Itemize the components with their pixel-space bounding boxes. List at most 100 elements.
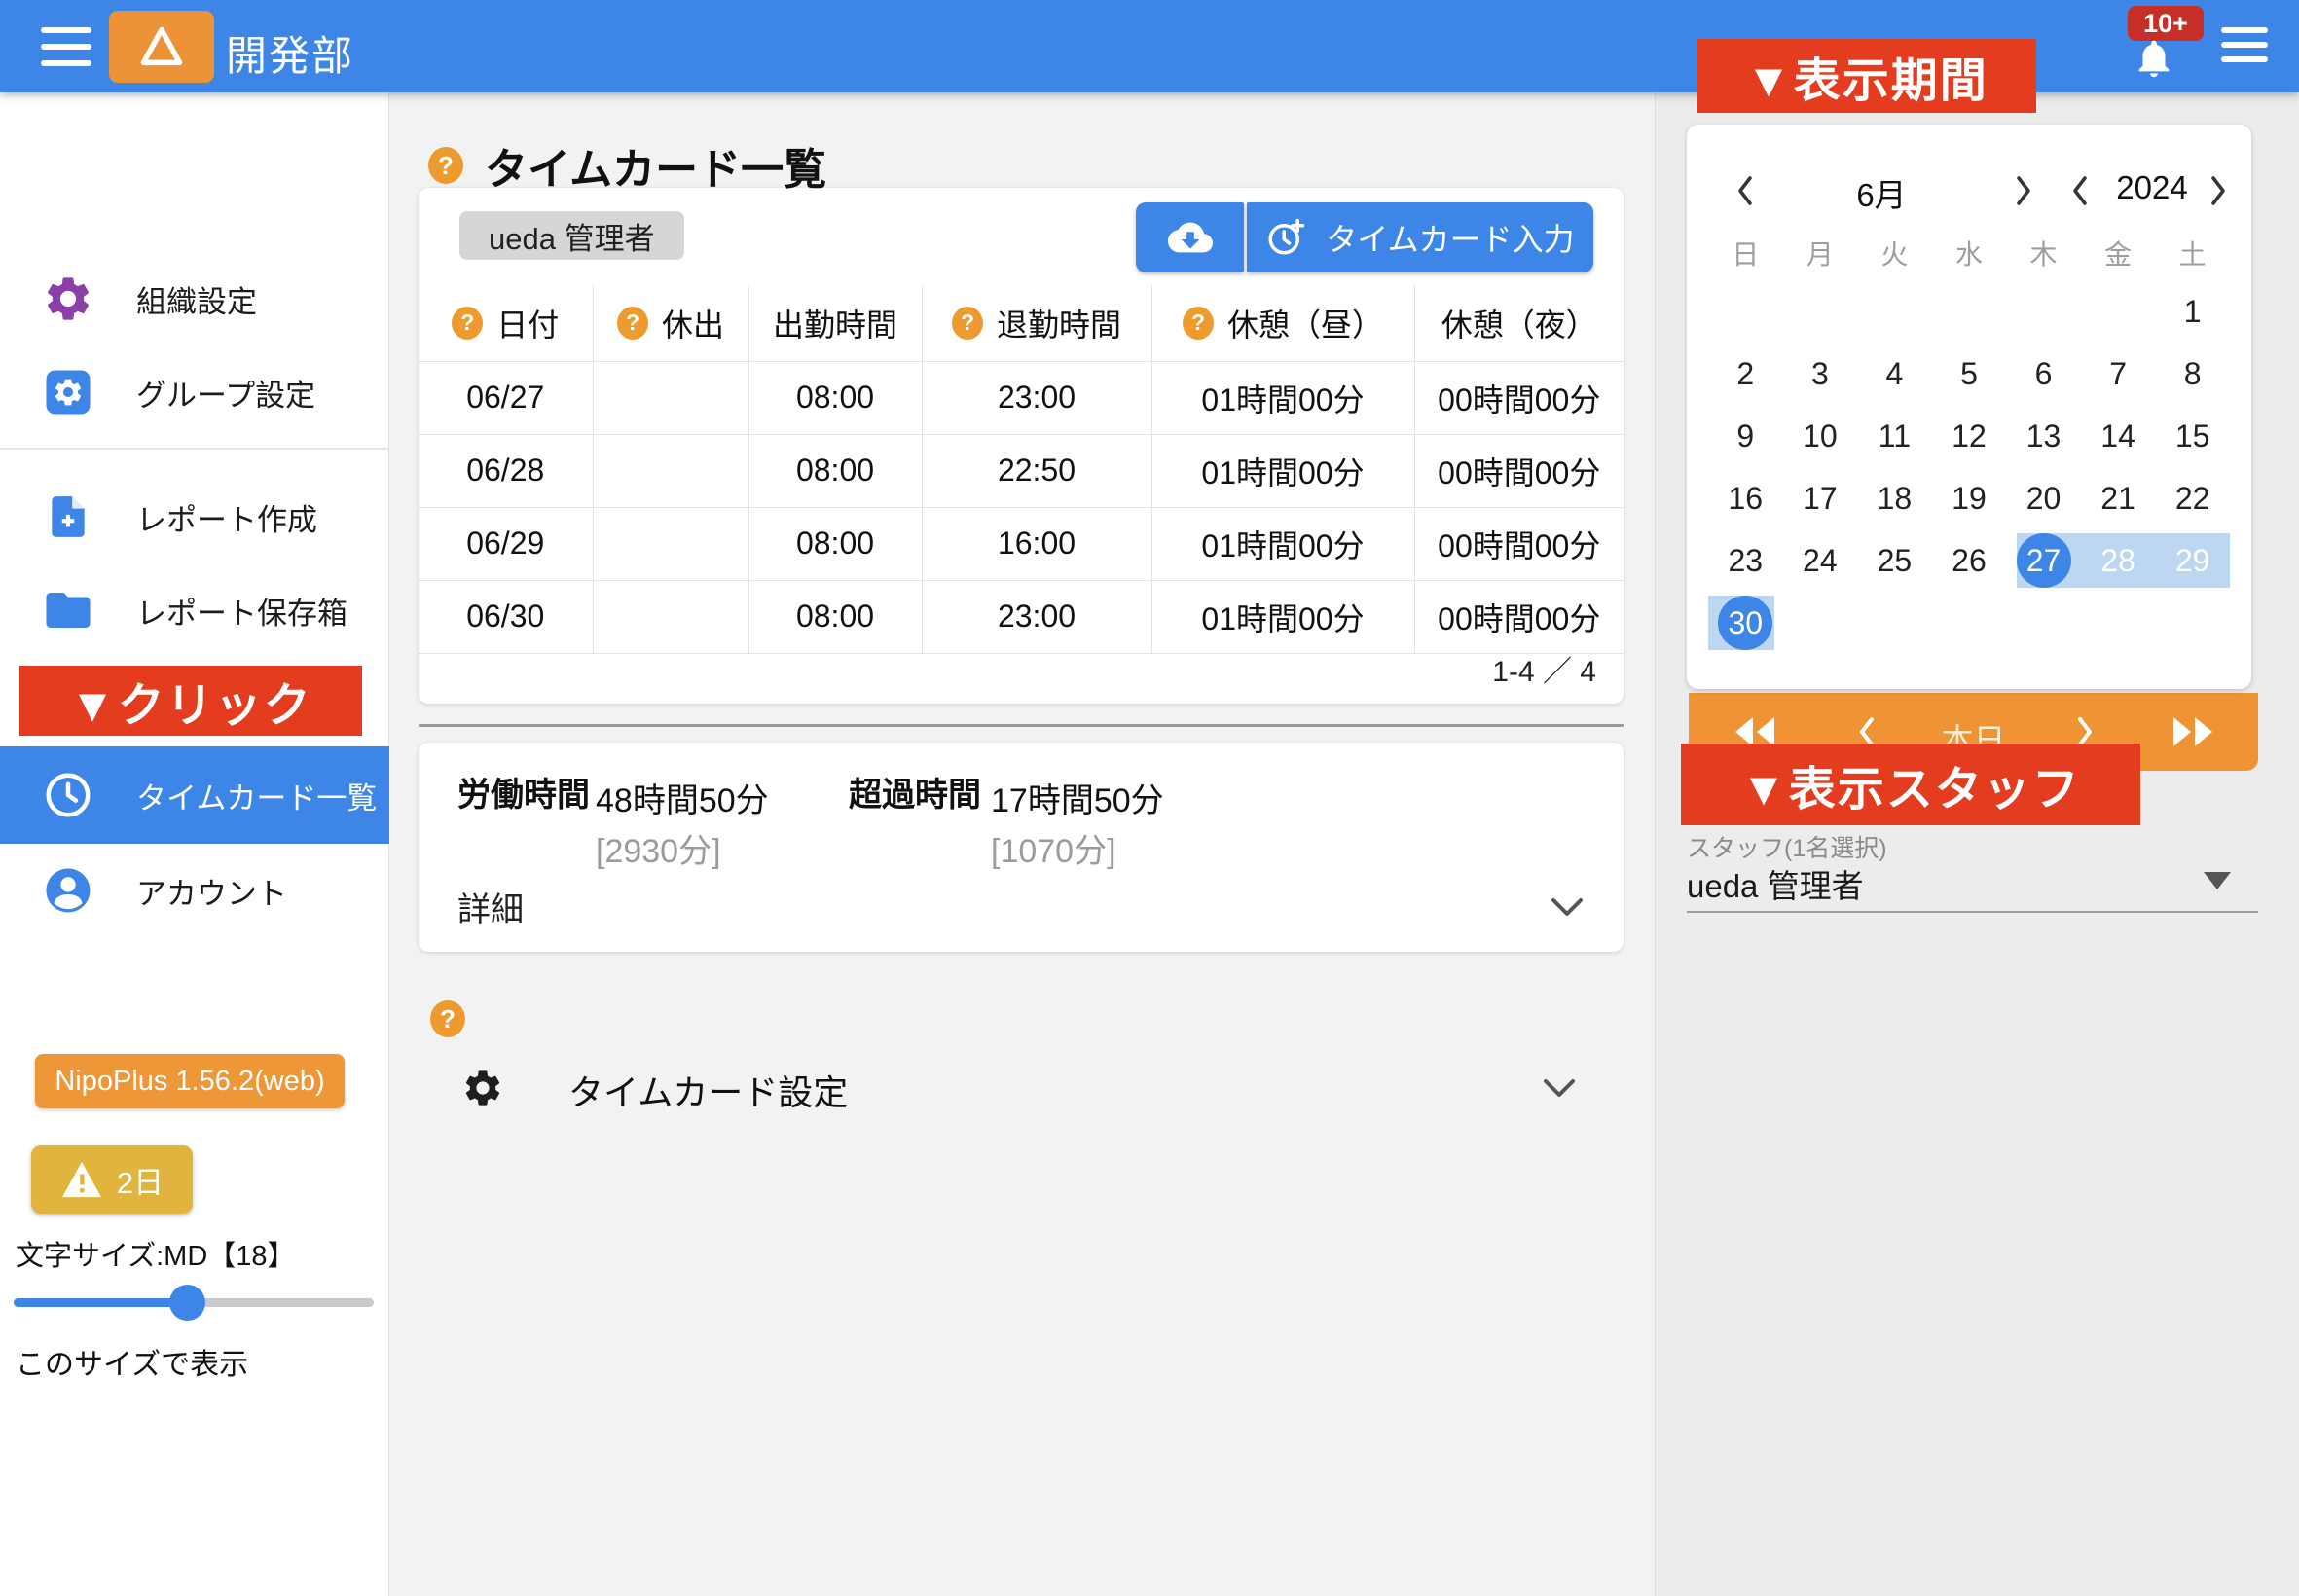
calendar-day-empty [1932,592,2007,654]
pagination-label: 1-4 ／ 4 [1492,647,1596,690]
calendar-day[interactable]: 5 [1932,343,2007,405]
detail-label: 詳細 [457,883,524,930]
calendar-week-row: 2345678 [1708,343,2230,405]
calendar-day[interactable]: 1 [2155,280,2230,343]
calendar-day[interactable]: 10 [1783,405,1858,467]
calendar-day[interactable]: 7 [2081,343,2156,405]
apply-size-label: このサイズで表示 [16,1340,248,1383]
settings-help-icon[interactable]: ? [430,1000,465,1037]
help-icon[interactable]: ? [428,147,463,184]
table-header-cell: 出勤時間 [748,285,922,361]
calendar-day-empty [2081,592,2156,654]
staff-select-value: ueda 管理者 [1687,860,1864,907]
notification-bell-icon[interactable] [2132,35,2176,87]
calendar-day-empty [1783,592,1858,654]
settings-gear-icon [461,1067,504,1114]
calendar-day-empty [2081,280,2156,343]
prev-year-icon[interactable] [2059,169,2101,212]
calendar-day[interactable]: 13 [2006,405,2081,467]
calendar-day[interactable]: 14 [2081,405,2156,467]
calendar-day[interactable]: 25 [1857,529,1932,592]
weekday-label: 月 [1783,222,1858,284]
calendar-day[interactable]: 8 [2155,343,2230,405]
calendar-day[interactable]: 20 [2006,467,2081,529]
help-icon[interactable]: ? [952,307,983,340]
sidebar-divider [0,448,389,450]
table-cell: 08:00 [748,361,922,434]
table-header-cell: ?日付 [419,285,593,361]
calendar-day[interactable]: 15 [2155,405,2230,467]
help-icon[interactable]: ? [1183,307,1214,340]
calendar-day[interactable]: 18 [1857,467,1932,529]
calendar-day[interactable]: 6 [2006,343,2081,405]
table-row[interactable]: 06/2808:0022:5001時間00分00時間00分 [419,434,1624,507]
page-title: 開発部 [226,23,354,83]
sidebar-item-org-settings[interactable]: 組織設定 [0,252,389,345]
timecard-settings-expander[interactable]: タイムカード設定 [419,1046,1624,1134]
calendar-day[interactable]: 23 [1708,529,1783,592]
calendar-day[interactable]: 30 [1708,592,1783,654]
calendar-day[interactable]: 2 [1708,343,1783,405]
calendar-day-empty [1857,280,1932,343]
right-menu-hamburger-icon[interactable] [2221,27,2268,62]
overtime-value: 17時間50分 [991,774,1164,821]
labor-time-minutes: [2930分] [596,824,721,872]
calendar-day[interactable]: 3 [1783,343,1858,405]
detail-expander[interactable]: 詳細 [457,883,1585,930]
calendar-day[interactable]: 28 [2081,529,2156,592]
sidebar-item-report-box[interactable]: レポート保存箱 [0,563,389,657]
warning-days-button[interactable]: 2日 [31,1145,193,1214]
calendar-week-row: 1 [1708,280,2230,343]
next-year-icon[interactable] [2197,169,2240,212]
sidebar-item-label: グループ設定 [136,371,315,415]
menu-hamburger-icon[interactable] [41,27,91,66]
calendar-day[interactable]: 16 [1708,467,1783,529]
calendar-day[interactable]: 22 [2155,467,2230,529]
app-logo[interactable] [109,11,214,83]
annotation-display-staff: ▼表示スタッフ [1681,744,2140,825]
dropdown-caret-icon [2204,872,2231,889]
table-row[interactable]: 06/2708:0023:0001時間00分00時間00分 [419,361,1624,434]
help-icon[interactable]: ? [617,307,648,340]
table-row[interactable]: 06/3008:0023:0001時間00分00時間00分 [419,580,1624,653]
table-cell: 23:00 [922,580,1151,653]
help-icon[interactable]: ? [452,307,483,340]
timecard-input-button[interactable]: タイムカード入力 [1247,202,1593,272]
sidebar-item-account[interactable]: アカウント [0,844,389,937]
font-size-slider[interactable] [14,1282,374,1323]
calendar-day[interactable]: 29 [2155,529,2230,592]
calendar-day[interactable]: 19 [1932,467,2007,529]
sidebar-item-group-settings[interactable]: グループ設定 [0,345,389,439]
sidebar-item-timecard-list[interactable]: タイムカード一覧 [0,746,389,844]
calendar-day[interactable]: 11 [1857,405,1932,467]
calendar-day[interactable]: 21 [2081,467,2156,529]
table-cell [593,507,748,580]
table-cell: 06/29 [419,507,593,580]
table-cell: 06/30 [419,580,593,653]
version-button[interactable]: NipoPlus 1.56.2(web) [35,1054,345,1108]
table-cell [593,361,748,434]
chevron-down-icon [1550,896,1585,918]
clock-icon [41,768,95,822]
calendar-day[interactable]: 27 [2006,529,2081,592]
calendar-day[interactable]: 26 [1932,529,2007,592]
gear-icon [41,272,95,326]
fast-forward-icon[interactable] [2164,693,2222,771]
slider-thumb[interactable] [169,1285,205,1321]
staff-select[interactable]: スタッフ(1名選択) ueda 管理者 [1687,829,2258,913]
next-month-icon[interactable] [2002,169,2045,212]
calendar-day[interactable]: 12 [1932,405,2007,467]
calendar-day[interactable]: 4 [1857,343,1932,405]
calendar-week-row: 9101112131415 [1708,405,2230,467]
table-row[interactable]: 06/2908:0016:0001時間00分00時間00分 [419,507,1624,580]
warning-days-label: 2日 [117,1158,164,1202]
sidebar-item-report-create[interactable]: レポート作成 [0,470,389,563]
calendar-day[interactable]: 17 [1783,467,1858,529]
calendar-day[interactable]: 9 [1708,405,1783,467]
table-cell: 00時間00分 [1414,361,1624,434]
table-cell: 00時間00分 [1414,580,1624,653]
clock-add-icon [1265,217,1306,258]
calendar-week-row: 30 [1708,592,2230,654]
calendar-day[interactable]: 24 [1783,529,1858,592]
download-button[interactable] [1136,202,1244,272]
